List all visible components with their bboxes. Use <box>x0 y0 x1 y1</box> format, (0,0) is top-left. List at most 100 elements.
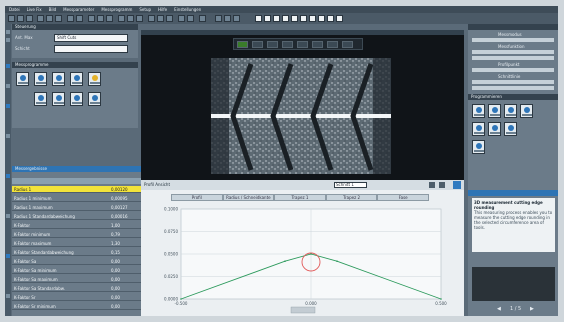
tool-icon[interactable] <box>6 30 10 34</box>
table-row[interactable]: K-Faktor Sr 0,00 <box>12 294 142 301</box>
layers-icon[interactable] <box>157 15 164 22</box>
section-line-option[interactable] <box>472 86 554 90</box>
preset-10-icon[interactable] <box>336 15 343 22</box>
program-name-input[interactable]: Shift Cuts <box>54 34 128 42</box>
focus-icon[interactable] <box>312 41 323 48</box>
table-row[interactable]: K-Faktor maximum 1,30 <box>12 240 142 247</box>
play-icon[interactable] <box>237 41 248 48</box>
tool-icon[interactable] <box>6 134 10 138</box>
view-side-icon[interactable] <box>233 15 240 22</box>
tab-radius[interactable]: Radius / Schneidkante <box>222 194 275 201</box>
tab-trapez-1[interactable]: Trapez 1 <box>274 194 326 201</box>
preset-3-icon[interactable] <box>273 15 280 22</box>
view-top-icon[interactable] <box>224 15 231 22</box>
measure-tool-button[interactable] <box>504 104 517 118</box>
program-button[interactable] <box>70 92 83 106</box>
zoom-out-icon[interactable] <box>97 15 104 22</box>
preset-1-icon[interactable] <box>255 15 262 22</box>
table-row[interactable]: Radius 1 Standardabweichung 0,00016 <box>12 213 142 220</box>
table-row[interactable]: K-Faktor Sr minimum 0,00 <box>12 303 142 310</box>
scan-icon[interactable] <box>342 41 353 48</box>
tool-icon[interactable] <box>6 84 10 88</box>
tool-icon[interactable] <box>6 38 10 42</box>
table-row[interactable]: Radius 1 0,00120 <box>12 186 142 193</box>
layer-input[interactable] <box>54 45 128 53</box>
preset-9-icon[interactable] <box>327 15 334 22</box>
preset-8-icon[interactable] <box>318 15 325 22</box>
program-button[interactable] <box>34 92 47 106</box>
measure-tool-button[interactable] <box>488 104 501 118</box>
table-row[interactable]: K-Faktor Sa maximum 0,00 <box>12 276 142 283</box>
print-icon[interactable] <box>26 15 33 22</box>
measure-tool-button[interactable] <box>472 140 485 154</box>
pager-next-icon[interactable]: ▶ <box>530 305 534 313</box>
preset-2-icon[interactable] <box>264 15 271 22</box>
camera-icon[interactable] <box>118 15 125 22</box>
view-3d-icon[interactable] <box>215 15 222 22</box>
measure-tool-button[interactable] <box>504 122 517 136</box>
measure-tool-button[interactable] <box>472 122 485 136</box>
mode-select[interactable] <box>472 38 554 42</box>
tool-icon[interactable] <box>6 294 10 298</box>
open-icon[interactable] <box>8 15 15 22</box>
program-button[interactable] <box>34 72 47 86</box>
undo-icon[interactable] <box>67 15 74 22</box>
export-icon[interactable] <box>178 15 185 22</box>
maximize-icon[interactable] <box>453 181 461 189</box>
menu-item-file[interactable]: Datei <box>9 7 20 12</box>
table-row[interactable]: K-Faktor Standardabweichung 0,15 <box>12 249 142 256</box>
table-row[interactable]: K-Faktor Sa minimum 0,00 <box>12 267 142 274</box>
prev-icon[interactable] <box>429 182 435 188</box>
preset-5-icon[interactable] <box>291 15 298 22</box>
stop-icon[interactable] <box>267 41 278 48</box>
program-button[interactable] <box>16 72 29 86</box>
cut-icon[interactable] <box>37 15 44 22</box>
profile-point-select[interactable] <box>472 68 554 72</box>
report-icon[interactable] <box>187 15 194 22</box>
tool-icon[interactable] <box>6 64 10 68</box>
program-button[interactable] <box>70 72 83 86</box>
fit-icon[interactable] <box>106 15 113 22</box>
menu-item-settings[interactable]: Einstellungen <box>174 7 201 12</box>
paste-icon[interactable] <box>55 15 62 22</box>
menu-item-image[interactable]: Bild <box>49 7 57 12</box>
measure-tool-button[interactable] <box>488 122 501 136</box>
light-control-icon[interactable] <box>327 41 338 48</box>
measure-tool-button[interactable] <box>472 104 485 118</box>
menu-item-program[interactable]: Messprogramm <box>101 7 132 12</box>
tab-trapez-2[interactable]: Trapez 2 <box>325 194 378 201</box>
preset-7-icon[interactable] <box>309 15 316 22</box>
pause-icon[interactable] <box>252 41 263 48</box>
grid-icon[interactable] <box>148 15 155 22</box>
program-button[interactable] <box>52 92 65 106</box>
table-row[interactable]: Radius 1 maximum 0,00127 <box>12 204 142 211</box>
program-button[interactable] <box>88 92 101 106</box>
tool-icon[interactable] <box>6 214 10 218</box>
table-row[interactable]: K-Faktor Sa 0,00 <box>12 258 142 265</box>
zoom-in-icon[interactable] <box>88 15 95 22</box>
profile-icon[interactable] <box>166 15 173 22</box>
pager-prev-icon[interactable]: ◀ <box>497 305 501 313</box>
preset-6-icon[interactable] <box>300 15 307 22</box>
measure-tool-button[interactable] <box>520 104 533 118</box>
light-icon[interactable] <box>127 15 134 22</box>
measure-icon[interactable] <box>136 15 143 22</box>
tab-profile[interactable]: Profil <box>171 194 223 201</box>
table-row[interactable]: K-Faktor minimum 0,79 <box>12 231 142 238</box>
tool-icon[interactable] <box>6 174 10 178</box>
tool-icon[interactable] <box>6 104 10 108</box>
menu-item-live[interactable]: Live Fix <box>27 7 42 12</box>
table-row[interactable]: Radius 1 minimum 0,00095 <box>12 195 142 202</box>
table-row[interactable]: K-Faktor 1,00 <box>12 222 142 229</box>
function-select[interactable] <box>472 50 554 54</box>
tool-icon[interactable] <box>6 254 10 258</box>
table-row[interactable]: K-Faktor Sa Standardabw. 0,00 <box>12 285 142 292</box>
menu-item-help[interactable]: Hilfe <box>158 7 167 12</box>
save-icon[interactable] <box>17 15 24 22</box>
redo-icon[interactable] <box>76 15 83 22</box>
section-line-select[interactable] <box>472 80 554 84</box>
function-option[interactable] <box>472 56 554 60</box>
record-icon[interactable] <box>282 41 293 48</box>
preset-4-icon[interactable] <box>282 15 289 22</box>
program-button[interactable] <box>88 72 101 86</box>
